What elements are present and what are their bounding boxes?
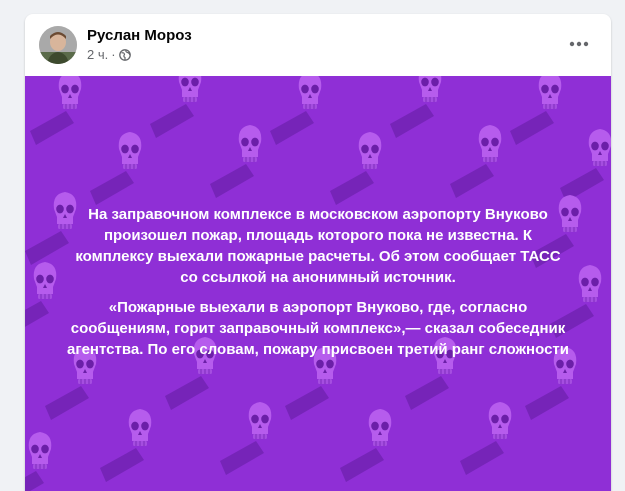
image-text-paragraph-2: «Пожарные выехали в аэропорт Внуково, гд… (67, 299, 569, 358)
globe-icon (118, 48, 131, 61)
image-text-paragraph-1: На заправочном комплексе в московском аэ… (75, 206, 561, 286)
post-image-text: На заправочном комплексе в московском аэ… (65, 204, 571, 360)
more-options-icon[interactable] (561, 30, 597, 58)
post-card: Руслан Мороз 2 ч. · На заправочном компл… (25, 14, 611, 491)
avatar[interactable] (39, 26, 77, 64)
separator: · (111, 47, 116, 62)
author-name[interactable]: Руслан Мороз (87, 27, 192, 44)
timestamp[interactable]: 2 ч. (87, 47, 108, 62)
post-image[interactable]: На заправочном комплексе в московском аэ… (25, 76, 611, 491)
post-meta: 2 ч. · (87, 47, 131, 62)
post-header: Руслан Мороз 2 ч. · (25, 14, 611, 76)
